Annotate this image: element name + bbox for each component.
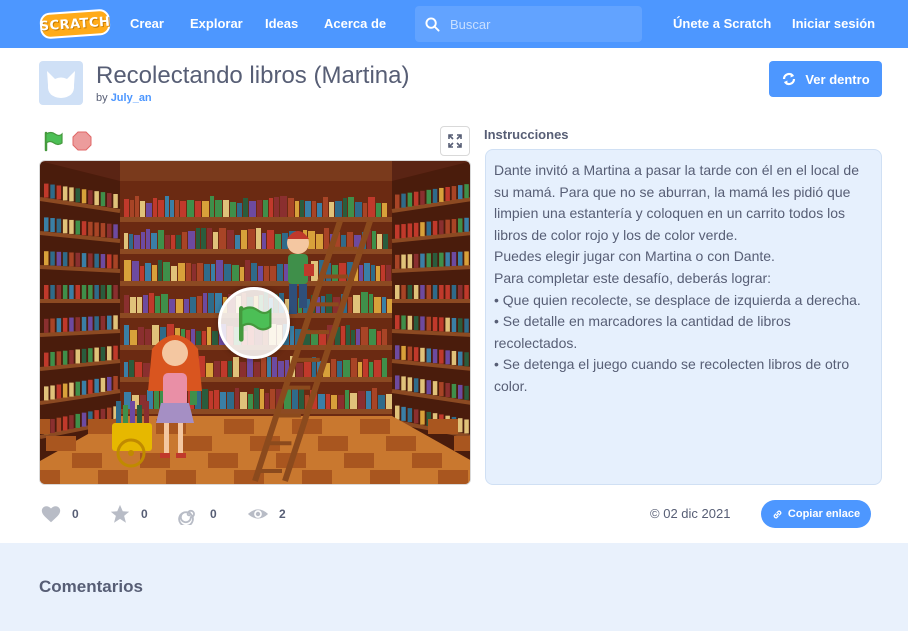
project-author-avatar[interactable] xyxy=(39,61,83,105)
instructions-text: Dante invitó a Martina a pasar la tarde … xyxy=(494,162,861,394)
stage-play-button[interactable] xyxy=(218,287,290,359)
nav-ideas-link[interactable]: Ideas xyxy=(265,0,298,48)
heart-icon xyxy=(41,506,61,523)
copy-link-button[interactable]: Copiar enlace xyxy=(761,500,871,528)
share-date: 02 dic 2021 xyxy=(663,506,731,521)
link-icon xyxy=(773,510,782,518)
views-count: 2 xyxy=(279,507,286,521)
fullscreen-icon xyxy=(448,134,462,148)
love-stat[interactable]: 0 xyxy=(40,503,79,525)
eye-icon xyxy=(247,509,269,519)
remix-arrows-icon xyxy=(783,72,796,86)
copyright-icon: © xyxy=(650,506,660,521)
favorite-count: 0 xyxy=(141,507,148,521)
spiral-icon xyxy=(178,509,195,525)
copy-link-label: Copiar enlace xyxy=(787,508,861,520)
author-link[interactable]: July_an xyxy=(111,92,152,104)
views-stat: 2 xyxy=(247,503,286,525)
instructions-box: Dante invitó a Martina a pasar la tarde … xyxy=(485,149,882,485)
project-byline: by July_an xyxy=(96,92,152,104)
green-flag-icon[interactable] xyxy=(42,130,64,152)
scratch-logo[interactable]: SCRATCH xyxy=(39,8,111,40)
top-nav-bar: SCRATCH Crear Explorar Ideas Acerca de Ú… xyxy=(0,0,908,48)
stop-icon[interactable] xyxy=(72,131,92,151)
nav-explore-link[interactable]: Explorar xyxy=(190,0,243,48)
sign-in-link[interactable]: Iniciar sesión xyxy=(792,0,875,48)
project-date: © 02 dic 2021 xyxy=(650,506,730,521)
love-count: 0 xyxy=(72,507,79,521)
star-icon xyxy=(110,504,130,523)
project-title: Recolectando libros (Martina) xyxy=(96,62,410,89)
join-scratch-link[interactable]: Únete a Scratch xyxy=(673,0,771,48)
search-icon xyxy=(425,16,440,32)
see-inside-button[interactable]: Ver dentro xyxy=(769,61,882,97)
comments-heading: Comentarios xyxy=(39,577,143,596)
favorite-stat[interactable]: 0 xyxy=(109,503,148,525)
instructions-heading: Instrucciones xyxy=(484,127,569,142)
byline-prefix: by xyxy=(96,92,108,104)
search-box[interactable] xyxy=(415,6,642,42)
see-inside-label: Ver dentro xyxy=(805,71,870,87)
nav-create-link[interactable]: Crear xyxy=(130,0,164,48)
search-input[interactable] xyxy=(450,16,630,32)
remix-count: 0 xyxy=(210,507,217,521)
nav-about-link[interactable]: Acerca de xyxy=(324,0,386,48)
remix-stat: 0 xyxy=(178,503,217,525)
cat-avatar-icon xyxy=(47,71,75,98)
green-flag-icon xyxy=(239,306,272,342)
fullscreen-button[interactable] xyxy=(440,126,470,156)
